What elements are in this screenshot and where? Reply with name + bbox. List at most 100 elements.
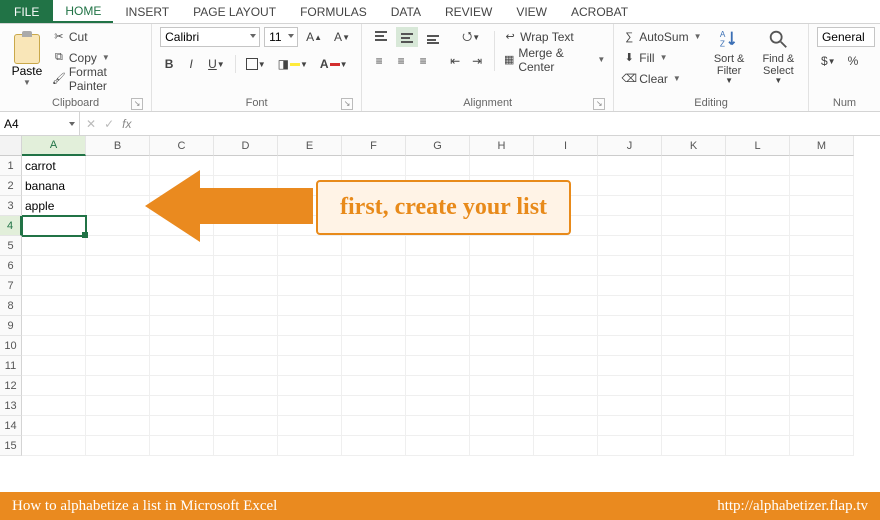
clipboard-launcher[interactable]: ↘ — [131, 98, 143, 110]
cell-J1[interactable] — [598, 156, 662, 176]
font-color-button[interactable]: A▼ — [316, 54, 352, 74]
cell-A14[interactable] — [22, 416, 86, 436]
cell-M4[interactable] — [790, 216, 854, 236]
sort-filter-button[interactable]: AZ Sort & Filter▼ — [708, 27, 751, 87]
formula-input[interactable] — [137, 112, 880, 135]
cell-A10[interactable] — [22, 336, 86, 356]
cell-L4[interactable] — [726, 216, 790, 236]
cell-M12[interactable] — [790, 376, 854, 396]
row-header-15[interactable]: 15 — [0, 436, 22, 456]
cell-M14[interactable] — [790, 416, 854, 436]
cell-B1[interactable] — [86, 156, 150, 176]
cell-G1[interactable] — [406, 156, 470, 176]
cell-E6[interactable] — [278, 256, 342, 276]
cell-M11[interactable] — [790, 356, 854, 376]
number-format-select[interactable]: General — [817, 27, 875, 47]
cell-A6[interactable] — [22, 256, 86, 276]
cell-D8[interactable] — [214, 296, 278, 316]
cell-A4[interactable] — [22, 216, 86, 236]
cell-M15[interactable] — [790, 436, 854, 456]
cell-M10[interactable] — [790, 336, 854, 356]
orientation-button[interactable]: ⭯▼ — [458, 27, 484, 47]
cell-A2[interactable]: banana — [22, 176, 86, 196]
cell-D6[interactable] — [214, 256, 278, 276]
cell-G11[interactable] — [406, 356, 470, 376]
cell-L7[interactable] — [726, 276, 790, 296]
increase-font-button[interactable]: A▲ — [302, 27, 326, 47]
cell-D9[interactable] — [214, 316, 278, 336]
cell-J15[interactable] — [598, 436, 662, 456]
cell-F5[interactable] — [342, 236, 406, 256]
cut-button[interactable]: ✂Cut — [52, 27, 143, 46]
row-header-5[interactable]: 5 — [0, 236, 22, 256]
cell-B6[interactable] — [86, 256, 150, 276]
cell-D12[interactable] — [214, 376, 278, 396]
row-header-2[interactable]: 2 — [0, 176, 22, 196]
cell-J5[interactable] — [598, 236, 662, 256]
cell-A13[interactable] — [22, 396, 86, 416]
column-header-H[interactable]: H — [470, 136, 534, 156]
cell-A11[interactable] — [22, 356, 86, 376]
row-header-7[interactable]: 7 — [0, 276, 22, 296]
cell-M7[interactable] — [790, 276, 854, 296]
font-size-select[interactable]: 11 — [264, 27, 298, 47]
cell-E9[interactable] — [278, 316, 342, 336]
cell-G15[interactable] — [406, 436, 470, 456]
cell-F13[interactable] — [342, 396, 406, 416]
cell-C9[interactable] — [150, 316, 214, 336]
cell-F9[interactable] — [342, 316, 406, 336]
row-header-10[interactable]: 10 — [0, 336, 22, 356]
cell-E7[interactable] — [278, 276, 342, 296]
cell-I1[interactable] — [534, 156, 598, 176]
cell-B10[interactable] — [86, 336, 150, 356]
select-all-corner[interactable] — [0, 136, 22, 156]
cell-A5[interactable] — [22, 236, 86, 256]
cell-F7[interactable] — [342, 276, 406, 296]
cell-B7[interactable] — [86, 276, 150, 296]
align-right-button[interactable]: ≡ — [414, 51, 432, 71]
cell-J9[interactable] — [598, 316, 662, 336]
cell-J3[interactable] — [598, 196, 662, 216]
cell-I12[interactable] — [534, 376, 598, 396]
cell-G7[interactable] — [406, 276, 470, 296]
cell-C6[interactable] — [150, 256, 214, 276]
accept-formula-icon[interactable]: ✓ — [104, 117, 114, 131]
fx-icon[interactable]: fx — [122, 117, 131, 131]
increase-indent-button[interactable]: ⇥ — [468, 51, 486, 71]
cell-K14[interactable] — [662, 416, 726, 436]
cell-H5[interactable] — [470, 236, 534, 256]
cell-J8[interactable] — [598, 296, 662, 316]
row-header-13[interactable]: 13 — [0, 396, 22, 416]
cell-H7[interactable] — [470, 276, 534, 296]
percent-button[interactable]: % — [844, 51, 863, 71]
format-painter-button[interactable]: 🖌Format Painter — [52, 69, 143, 88]
column-header-D[interactable]: D — [214, 136, 278, 156]
cell-A1[interactable]: carrot — [22, 156, 86, 176]
cell-F1[interactable] — [342, 156, 406, 176]
cell-C8[interactable] — [150, 296, 214, 316]
cell-M1[interactable] — [790, 156, 854, 176]
cell-B5[interactable] — [86, 236, 150, 256]
cell-K13[interactable] — [662, 396, 726, 416]
column-header-L[interactable]: L — [726, 136, 790, 156]
alignment-launcher[interactable]: ↘ — [593, 98, 605, 110]
column-header-F[interactable]: F — [342, 136, 406, 156]
cell-I8[interactable] — [534, 296, 598, 316]
font-name-select[interactable]: Calibri — [160, 27, 260, 47]
cell-I9[interactable] — [534, 316, 598, 336]
tab-view[interactable]: VIEW — [504, 0, 559, 23]
cell-B8[interactable] — [86, 296, 150, 316]
cell-J10[interactable] — [598, 336, 662, 356]
cell-I10[interactable] — [534, 336, 598, 356]
cell-B14[interactable] — [86, 416, 150, 436]
column-header-J[interactable]: J — [598, 136, 662, 156]
tab-formulas[interactable]: FORMULAS — [288, 0, 379, 23]
cancel-formula-icon[interactable]: ✕ — [86, 117, 96, 131]
cell-G8[interactable] — [406, 296, 470, 316]
cell-J6[interactable] — [598, 256, 662, 276]
cell-C7[interactable] — [150, 276, 214, 296]
tab-file[interactable]: FILE — [0, 0, 53, 23]
cell-G10[interactable] — [406, 336, 470, 356]
cell-A9[interactable] — [22, 316, 86, 336]
cell-E11[interactable] — [278, 356, 342, 376]
